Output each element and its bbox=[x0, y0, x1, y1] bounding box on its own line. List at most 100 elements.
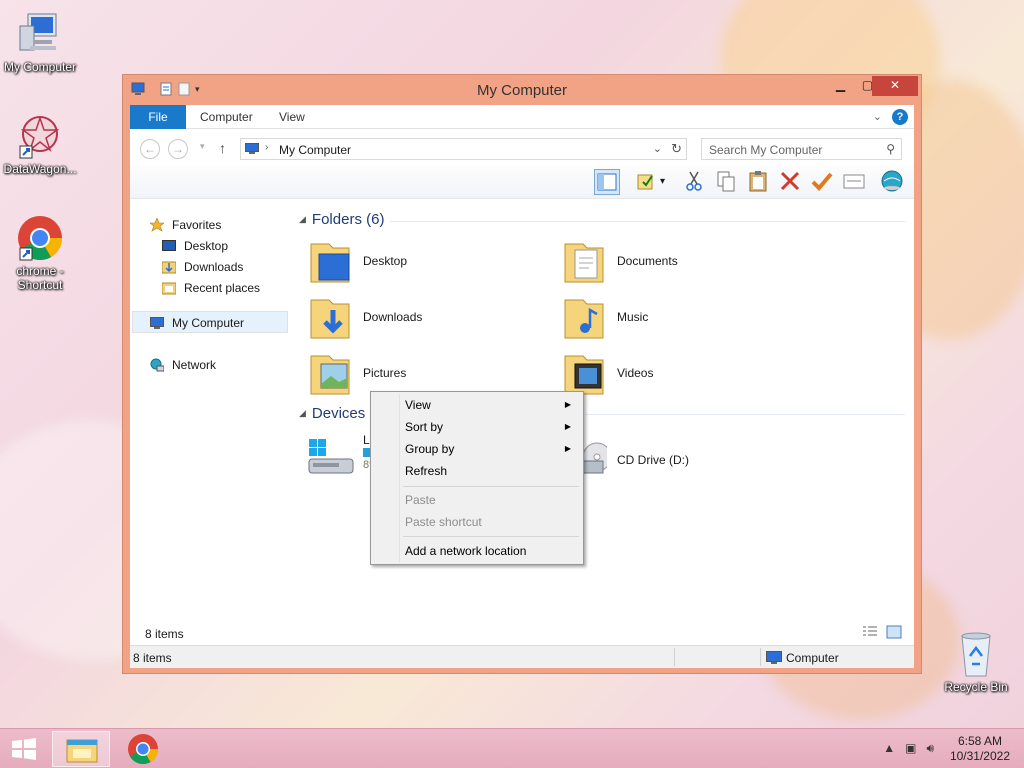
submenu-arrow-icon: ▶ bbox=[564, 444, 571, 453]
menu-item-sort-by[interactable]: Sort by ▶ bbox=[373, 416, 581, 438]
menu-item-label: View bbox=[405, 398, 431, 412]
desktop-icon-label: DataWagon... bbox=[3, 162, 77, 176]
clock-time: 6:58 AM bbox=[957, 734, 1002, 748]
cut-icon[interactable] bbox=[682, 169, 708, 195]
desktop-icon-label: Recycle Bin bbox=[944, 680, 1008, 694]
menu-item-label: Paste bbox=[405, 493, 436, 507]
rename-check-icon[interactable] bbox=[810, 169, 836, 195]
copy-icon[interactable] bbox=[714, 169, 740, 195]
breadcrumb-separator-icon[interactable]: › bbox=[265, 142, 268, 153]
network-status-icon[interactable]: ▣ bbox=[905, 741, 916, 756]
clock[interactable]: 6:58 AM 10/31/2022 bbox=[950, 734, 1010, 764]
chrome-icon bbox=[16, 214, 64, 262]
downloads-folder-icon bbox=[307, 292, 353, 342]
address-dropdown-icon[interactable]: ⌄ bbox=[653, 142, 662, 155]
submenu-arrow-icon: ▶ bbox=[564, 422, 571, 431]
expand-ribbon-icon[interactable]: ⌄ bbox=[873, 110, 882, 123]
paste-icon[interactable] bbox=[746, 169, 772, 195]
folder-desktop[interactable]: Desktop bbox=[307, 236, 547, 288]
desktop-icon-recycle-bin[interactable]: Recycle Bin bbox=[936, 630, 1016, 694]
desktop-icon-chrome[interactable]: chrome - Shortcut bbox=[0, 214, 80, 292]
folder-name: Desktop bbox=[363, 254, 408, 268]
folder-name: Downloads bbox=[363, 310, 423, 324]
volume-icon[interactable]: 🔊︎ bbox=[926, 741, 934, 756]
up-button[interactable]: ↑ bbox=[219, 140, 226, 156]
folder-downloads[interactable]: Downloads bbox=[307, 292, 547, 344]
desktop-icon-label: My Computer bbox=[3, 60, 77, 74]
computer-icon bbox=[150, 316, 164, 330]
search-icon[interactable]: ⚲ bbox=[886, 142, 895, 156]
title-bar[interactable]: ▾ My Computer ▁ ▢ ✕ bbox=[123, 75, 921, 105]
downloads-icon bbox=[161, 260, 177, 274]
large-icons-view-icon[interactable] bbox=[886, 625, 902, 639]
menu-separator bbox=[403, 486, 579, 487]
select-icon[interactable] bbox=[634, 169, 660, 195]
collapse-triangle-icon[interactable]: ◢ bbox=[299, 408, 306, 418]
search-input[interactable] bbox=[709, 143, 869, 157]
desktop-icon-my-computer[interactable]: My Computer bbox=[0, 10, 80, 74]
desktop-folder-icon bbox=[307, 236, 353, 286]
address-bar[interactable]: › My Computer ⌄ ↻ bbox=[240, 138, 687, 160]
clock-date: 10/31/2022 bbox=[949, 749, 1010, 763]
minimize-button[interactable]: ▁ bbox=[827, 76, 854, 96]
folder-videos[interactable]: Videos bbox=[561, 348, 801, 400]
device-cd-drive[interactable]: CD Drive (D:) bbox=[561, 435, 801, 487]
menu-separator bbox=[403, 536, 579, 537]
menu-item-label: Refresh bbox=[405, 464, 448, 478]
status-bar: 8 items Computer bbox=[130, 645, 914, 668]
nav-label: My Computer bbox=[172, 316, 245, 330]
desktop-icon-label: chrome - Shortcut bbox=[16, 264, 64, 292]
menu-item-refresh[interactable]: Refresh bbox=[373, 460, 581, 482]
recent-locations-icon[interactable]: ▾ bbox=[200, 141, 205, 152]
menu-item-label: Add a network location bbox=[405, 544, 527, 558]
taskbar-chrome[interactable] bbox=[114, 731, 172, 767]
tab-file[interactable]: File bbox=[130, 105, 186, 129]
folder-name: Documents bbox=[617, 254, 678, 268]
menu-item-group-by[interactable]: Group by ▶ bbox=[373, 438, 581, 460]
search-box[interactable]: ⚲ bbox=[701, 138, 902, 160]
status-location: Computer bbox=[766, 651, 839, 665]
menu-item-view[interactable]: View ▶ bbox=[373, 394, 581, 416]
command-toolbar: ▾ bbox=[130, 165, 914, 199]
forward-button[interactable]: → bbox=[168, 139, 188, 159]
datawagon-icon bbox=[16, 112, 64, 160]
menu-item-add-network-location[interactable]: Add a network location bbox=[373, 540, 581, 562]
group-divider bbox=[390, 221, 905, 222]
select-dropdown-icon[interactable]: ▾ bbox=[660, 169, 674, 195]
collapse-triangle-icon[interactable]: ◢ bbox=[299, 214, 306, 224]
tab-view[interactable]: View bbox=[266, 105, 318, 129]
back-button[interactable]: ← bbox=[140, 139, 160, 159]
view-buttons bbox=[862, 625, 902, 639]
documents-folder-icon bbox=[561, 236, 607, 286]
taskbar-file-explorer[interactable] bbox=[52, 731, 110, 767]
start-button[interactable] bbox=[8, 737, 40, 761]
nav-label: Network bbox=[172, 358, 217, 372]
group-divider bbox=[585, 414, 905, 415]
menu-item-paste[interactable]: Paste bbox=[373, 489, 581, 511]
navigation-bar: ← → ▾ ↑ › My Computer ⌄ ↻ ⚲ bbox=[130, 133, 914, 163]
folder-documents[interactable]: Documents bbox=[561, 236, 801, 288]
help-icon[interactable]: ? bbox=[892, 109, 908, 125]
globe-icon[interactable] bbox=[880, 169, 906, 195]
delete-icon[interactable] bbox=[778, 169, 804, 195]
tab-computer[interactable]: Computer bbox=[187, 105, 266, 129]
group-header-devices[interactable]: ◢ Devices a bbox=[299, 405, 378, 422]
desktop-icon-datawagon[interactable]: DataWagon... bbox=[0, 112, 80, 176]
close-button[interactable]: ✕ bbox=[872, 76, 918, 96]
chrome-icon bbox=[128, 734, 158, 765]
preview-pane-button[interactable] bbox=[594, 169, 620, 195]
nav-label: Downloads bbox=[184, 260, 244, 274]
show-hidden-icons-icon[interactable]: ▲ bbox=[883, 741, 895, 756]
details-view-icon[interactable] bbox=[862, 625, 878, 639]
refresh-icon[interactable]: ↻ bbox=[671, 141, 682, 157]
properties-icon[interactable] bbox=[842, 169, 868, 195]
menu-item-label: Sort by bbox=[405, 420, 444, 434]
status-item-count: 8 items bbox=[133, 651, 172, 665]
folder-music[interactable]: Music bbox=[561, 292, 801, 344]
window-client-area: File Computer View ⌄ ? ← → ▾ ↑ › My Comp… bbox=[130, 105, 914, 668]
recycle-bin-icon bbox=[952, 630, 1000, 678]
group-header-folders[interactable]: ◢ Folders (6) bbox=[299, 211, 384, 228]
nav-label: Desktop bbox=[184, 239, 229, 253]
file-explorer-icon bbox=[66, 739, 98, 763]
menu-item-paste-shortcut[interactable]: Paste shortcut bbox=[373, 511, 581, 533]
